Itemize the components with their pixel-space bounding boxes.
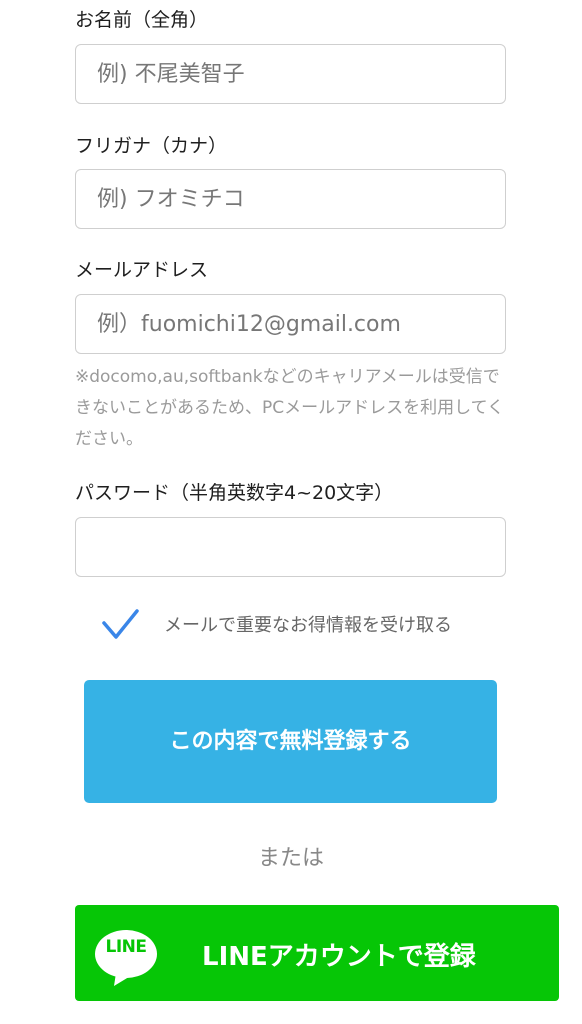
line-register-button-label: LINEアカウントで登録	[202, 942, 476, 972]
password-input[interactable]	[75, 517, 506, 577]
line-logo-text: LINE	[105, 937, 148, 957]
kana-label: フリガナ（カナ）	[75, 135, 228, 157]
free-register-button-label: この内容で無料登録する	[169, 728, 412, 754]
optin-checkbox[interactable]: メールで重要なお得情報を受け取る	[100, 606, 452, 642]
or-divider-text: または	[257, 846, 324, 871]
optin-label: メールで重要なお得情報を受け取る	[164, 615, 452, 636]
name-input[interactable]	[75, 44, 506, 104]
email-label: メールアドレス	[75, 259, 209, 281]
free-register-button[interactable]: この内容で無料登録する	[84, 680, 497, 803]
line-register-button[interactable]: LINE LINEアカウントで登録	[75, 905, 559, 1001]
email-input[interactable]	[75, 294, 506, 354]
kana-input[interactable]	[75, 169, 506, 229]
checkmark-icon[interactable]	[100, 606, 140, 642]
name-label: お名前（全角）	[75, 9, 209, 31]
password-label: パスワード（半角英数字4~20文字）	[75, 482, 394, 504]
email-note: ※docomo,au,softbankなどのキャリアメールは受信できないことがあ…	[75, 367, 505, 449]
